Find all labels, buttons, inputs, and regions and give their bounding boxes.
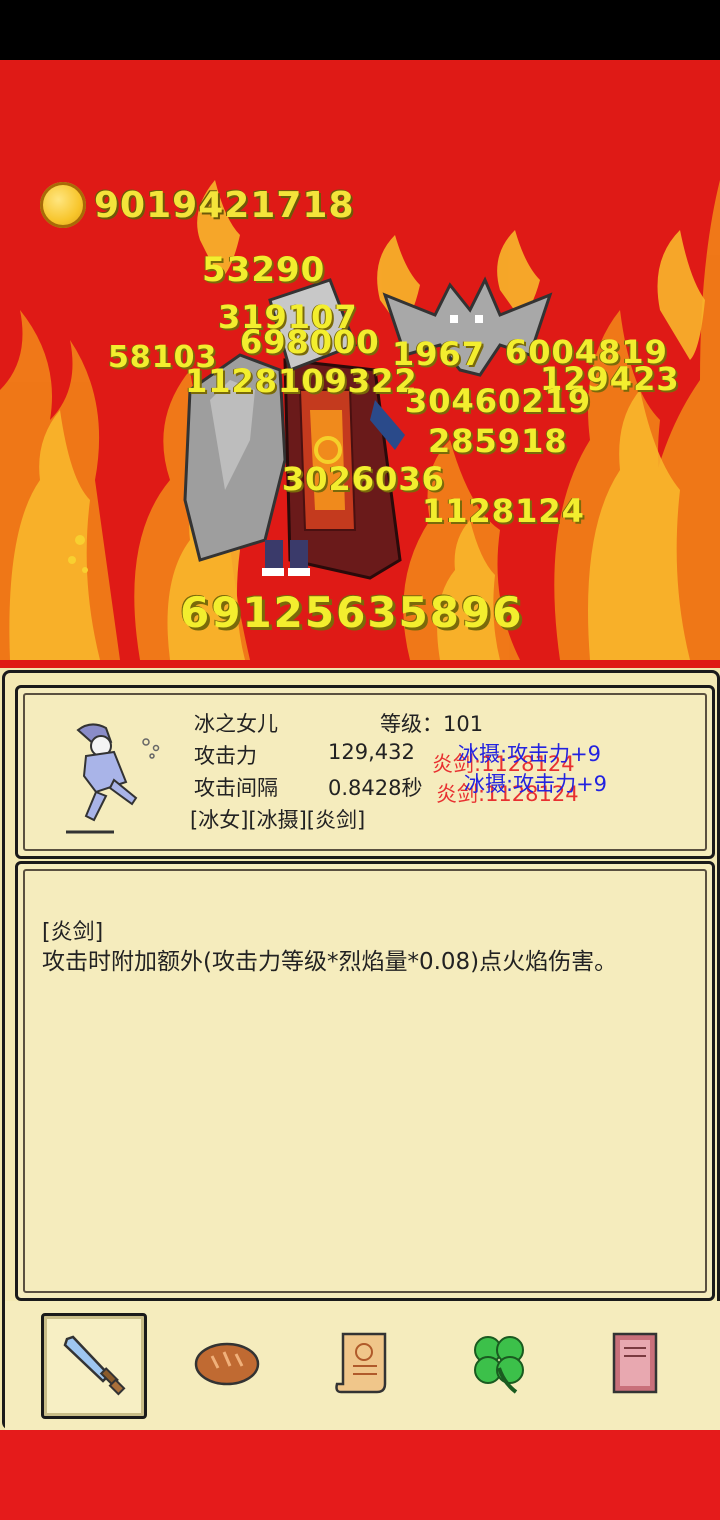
damage-number: 1128109322 — [185, 362, 418, 400]
tab-food[interactable] — [177, 1313, 277, 1413]
skill-title: [炎剑] — [42, 920, 104, 945]
tab-book[interactable] — [585, 1313, 685, 1413]
attack-value: 129,432 — [328, 740, 415, 764]
damage-number: 30460219 — [405, 382, 592, 420]
gold-counter: 9019421718 — [40, 182, 355, 228]
buff-popup: 冰摄:攻击力+9 — [458, 742, 602, 766]
panel-frame: 冰之女儿 等级：101 攻击力 129,432 攻击间隔 0.8428秒 [冰女… — [2, 670, 720, 1431]
damage-number: 53290 — [202, 250, 326, 290]
skill-description-box[interactable]: [炎剑] 攻击时附加额外(攻击力等级*烈焰量*0.08)点火焰伤害。 — [15, 861, 715, 1301]
interval-label: 攻击间隔 — [194, 776, 278, 800]
sword-icon — [63, 1335, 126, 1396]
skill-description: 攻击时附加额外(攻击力等级*烈焰量*0.08)点火焰伤害。 — [42, 949, 618, 975]
hero-card[interactable]: 冰之女儿 等级：101 攻击力 129,432 攻击间隔 0.8428秒 [冰女… — [15, 685, 715, 859]
tab-equipment[interactable] — [41, 1313, 147, 1419]
damage-number: 1967 — [392, 335, 486, 373]
battle-scene[interactable]: 9019421718 53290 319107 698000 58103 112… — [0, 60, 720, 668]
clover-icon — [474, 1336, 524, 1394]
bottom-tab-bar — [5, 1301, 720, 1431]
hero-tags: [冰女][冰摄][炎剑] — [190, 808, 366, 832]
gold-coin-icon — [40, 182, 86, 228]
scroll-icon — [335, 1332, 387, 1394]
gold-amount: 9019421718 — [94, 184, 355, 226]
tab-scroll[interactable] — [313, 1313, 413, 1413]
bottom-background — [0, 1430, 720, 1520]
attack-label: 攻击力 — [194, 744, 257, 768]
buff-popup: 冰摄:攻击力+9 — [464, 772, 608, 796]
hero-panel: 冰之女儿 等级：101 攻击力 129,432 攻击间隔 0.8428秒 [冰女… — [0, 668, 720, 1431]
bread-icon — [194, 1342, 260, 1386]
total-damage: 69125635896 — [180, 588, 524, 637]
hero-level: 等级：101 — [380, 712, 484, 736]
interval-value: 0.8428秒 — [328, 776, 423, 800]
damage-number: 3026036 — [282, 460, 445, 498]
damage-number: 285918 — [428, 422, 568, 460]
tab-clover[interactable] — [449, 1313, 549, 1413]
hero-portrait — [66, 723, 160, 834]
damage-number: 698000 — [240, 323, 380, 361]
hero-name: 冰之女儿 — [194, 712, 278, 736]
damage-number: 1128124 — [422, 492, 585, 530]
status-bar — [0, 0, 720, 60]
book-icon — [612, 1332, 658, 1394]
